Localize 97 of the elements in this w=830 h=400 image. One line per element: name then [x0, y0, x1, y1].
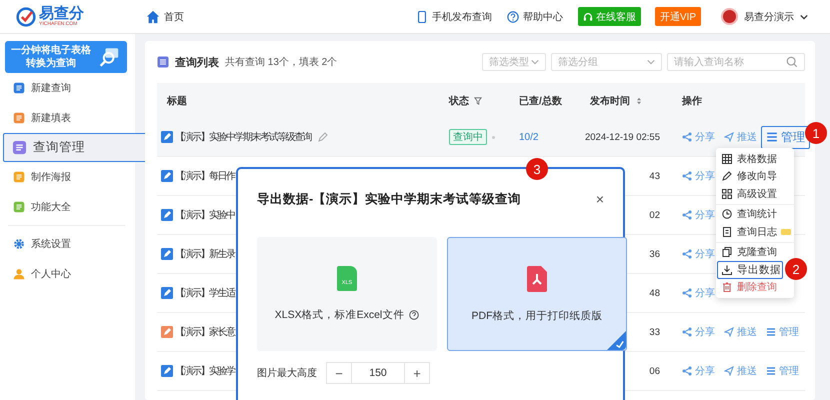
card-title: 查询列表: [175, 56, 219, 70]
phone-icon: [416, 10, 428, 22]
avatar[interactable]: [721, 8, 738, 25]
close-button[interactable]: ×: [596, 191, 604, 207]
headset-icon: [582, 12, 593, 22]
send-icon: [724, 366, 734, 376]
column-header: 标题: [167, 94, 187, 108]
publish-time: 02: [649, 210, 660, 220]
search-icon: [786, 56, 798, 68]
list-icon: [157, 56, 169, 68]
send-icon: [724, 132, 734, 142]
share-icon: [682, 249, 692, 259]
sidebar-item[interactable]: 功能大全: [0, 192, 135, 222]
home-icon: [146, 10, 160, 24]
menu-item[interactable]: 高级设置: [716, 185, 780, 202]
menu-icon: [766, 131, 778, 143]
menu-icon: [766, 327, 776, 337]
logo-text: 易查分: [39, 6, 84, 21]
format-label: PDF格式，用于打印纸质版: [472, 308, 602, 322]
menu-icon: [766, 366, 776, 376]
person-icon: [13, 268, 25, 280]
publish-time: 48: [649, 288, 660, 298]
sidebar-item[interactable]: 新建填表: [0, 103, 135, 133]
document-icon: [722, 226, 732, 237]
share-icon: [682, 210, 692, 220]
menu-item[interactable]: 表格数据: [716, 150, 780, 168]
share-icon: [682, 366, 692, 376]
publish-time: 43: [649, 170, 660, 182]
query-title[interactable]: 【演示】新生录: [175, 247, 234, 261]
menu-item[interactable]: 删除查询: [716, 278, 780, 296]
logo-icon: [16, 6, 36, 26]
publish-time: 06: [649, 366, 660, 376]
banner-text: 一分钟将电子表格 转换为查询: [11, 44, 91, 70]
sidebar-item[interactable]: 个人中心: [0, 259, 135, 289]
column-header: 已查/总数: [519, 94, 562, 108]
chevron-down-icon[interactable]: [800, 12, 808, 20]
status-tag: 查询中: [449, 129, 487, 145]
query-title[interactable]: 【演示】家长意: [175, 325, 234, 339]
trash-icon: [722, 282, 732, 292]
column-header: 发布时间: [590, 94, 630, 108]
publish-time: 33: [649, 326, 660, 338]
publish-time: 2024-12-19 02:55: [584, 132, 660, 142]
menu-item[interactable]: 查询日志: [716, 223, 794, 240]
menu-item[interactable]: 克隆查询: [716, 244, 780, 261]
publish-time: 36: [649, 248, 660, 260]
document-icon: [13, 112, 25, 124]
query-summary: 共有查询 13个，填表 2个: [225, 56, 338, 69]
query-title[interactable]: 【演示】每日作: [175, 169, 234, 183]
query-title[interactable]: 【演示】学生适: [175, 286, 234, 300]
document-icon: [12, 140, 27, 155]
menu-item[interactable]: 查询统计: [716, 206, 780, 223]
sidebar-item[interactable]: 查询管理: [3, 133, 147, 162]
gear-icon: [13, 238, 25, 250]
header-link[interactable]: 帮助中心: [506, 10, 563, 24]
clock-icon: [722, 209, 732, 220]
menu-item[interactable]: 修改向导: [716, 168, 780, 185]
chevron-down-icon: [647, 58, 655, 66]
share-icon: [682, 288, 692, 298]
table-icon: [722, 154, 732, 164]
pdf-file-icon: [527, 266, 547, 292]
query-title[interactable]: 【演示】实验中: [175, 208, 234, 222]
max-height-label: 图片最大高度: [257, 366, 317, 380]
step-badge: 1: [805, 122, 827, 144]
document-icon: [13, 82, 25, 94]
status-dot: [492, 136, 495, 138]
sort-icon[interactable]: [635, 96, 643, 104]
send-icon: [724, 327, 734, 337]
header-link[interactable]: 手机发布查询: [416, 10, 492, 24]
share-icon: [682, 327, 692, 337]
column-header: 操作: [682, 94, 702, 108]
query-title[interactable]: 【演示】实验中学期末考试等级查询: [175, 130, 311, 144]
help-icon: [506, 10, 519, 22]
help-icon[interactable]: [409, 310, 420, 320]
download-icon: [722, 264, 732, 275]
share-icon: [682, 171, 692, 181]
copy-icon: [722, 247, 732, 258]
document-icon: [13, 171, 25, 183]
count-link[interactable]: 10/2: [519, 132, 538, 142]
grid-icon: [722, 188, 732, 199]
grid-icon: [13, 201, 25, 213]
decrease-button[interactable]: −: [326, 362, 352, 384]
increase-button[interactable]: +: [404, 362, 430, 384]
sidebar-item[interactable]: 新建查询: [0, 73, 135, 103]
sidebar-item[interactable]: 系统设置: [0, 229, 135, 259]
user-name[interactable]: 易查分演示: [744, 10, 794, 24]
format-option[interactable]: PDF格式，用于打印纸质版: [447, 237, 627, 351]
menu-item[interactable]: 导出数据: [717, 261, 783, 278]
dialog-title: 导出数据-【演示】实验中学期末考试等级查询: [257, 190, 522, 208]
sidebar-item[interactable]: 制作海报: [0, 162, 135, 192]
home-link[interactable]: 首页: [164, 10, 184, 24]
share-icon: [682, 132, 692, 142]
chevron-down-icon: [531, 58, 539, 66]
query-title[interactable]: 【演示】实验学: [175, 364, 234, 378]
format-label: XLSX格式，标准Excel文件: [274, 308, 404, 322]
pencil-icon: [722, 171, 732, 182]
column-header: 状态: [449, 94, 469, 108]
filter-icon[interactable]: [474, 96, 482, 104]
